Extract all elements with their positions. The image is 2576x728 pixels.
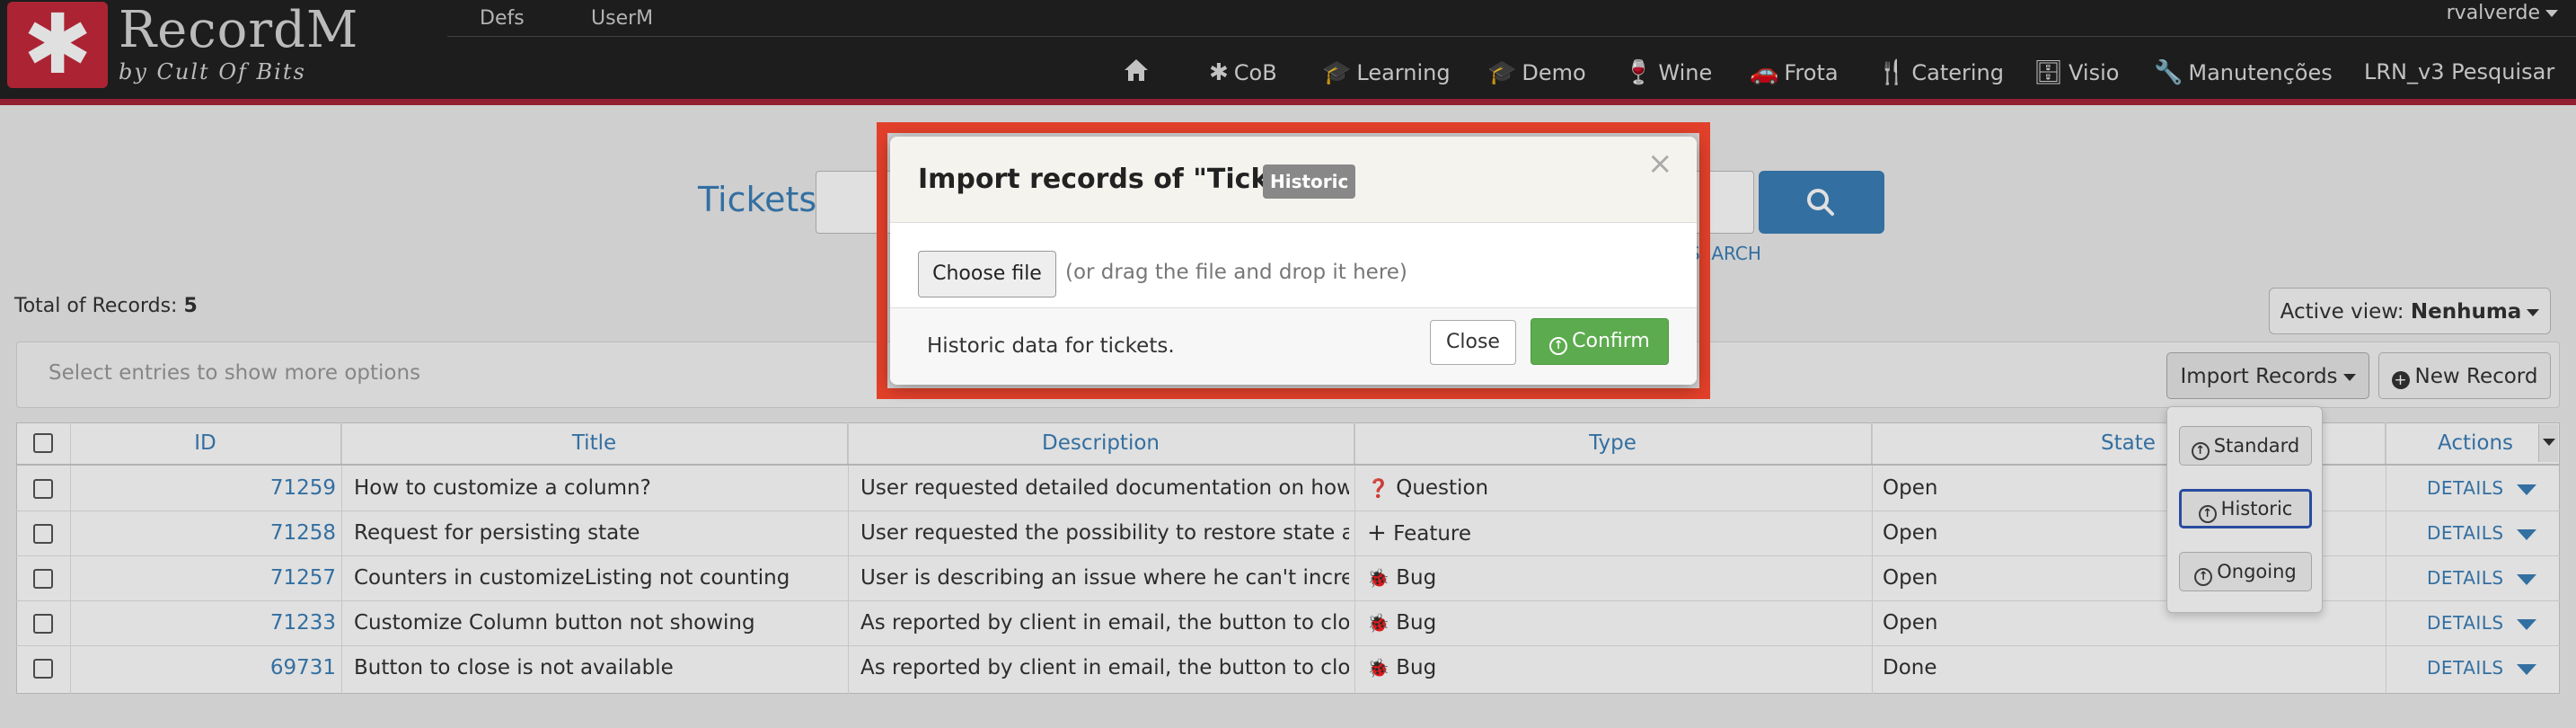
confirm-label: Confirm [1572,330,1650,352]
close-icon[interactable]: × [1647,146,1673,182]
historic-badge: Historic [1263,164,1356,199]
choose-file-button[interactable]: Choose file [918,251,1056,297]
upload-icon: ↑ [1549,337,1568,355]
drag-drop-hint: (or drag the file and drop it here) [1065,261,1407,284]
modal-description: Historic data for tickets. [927,334,1175,358]
close-button[interactable]: Close [1430,320,1516,365]
confirm-button[interactable]: ↑ Confirm [1531,318,1669,365]
